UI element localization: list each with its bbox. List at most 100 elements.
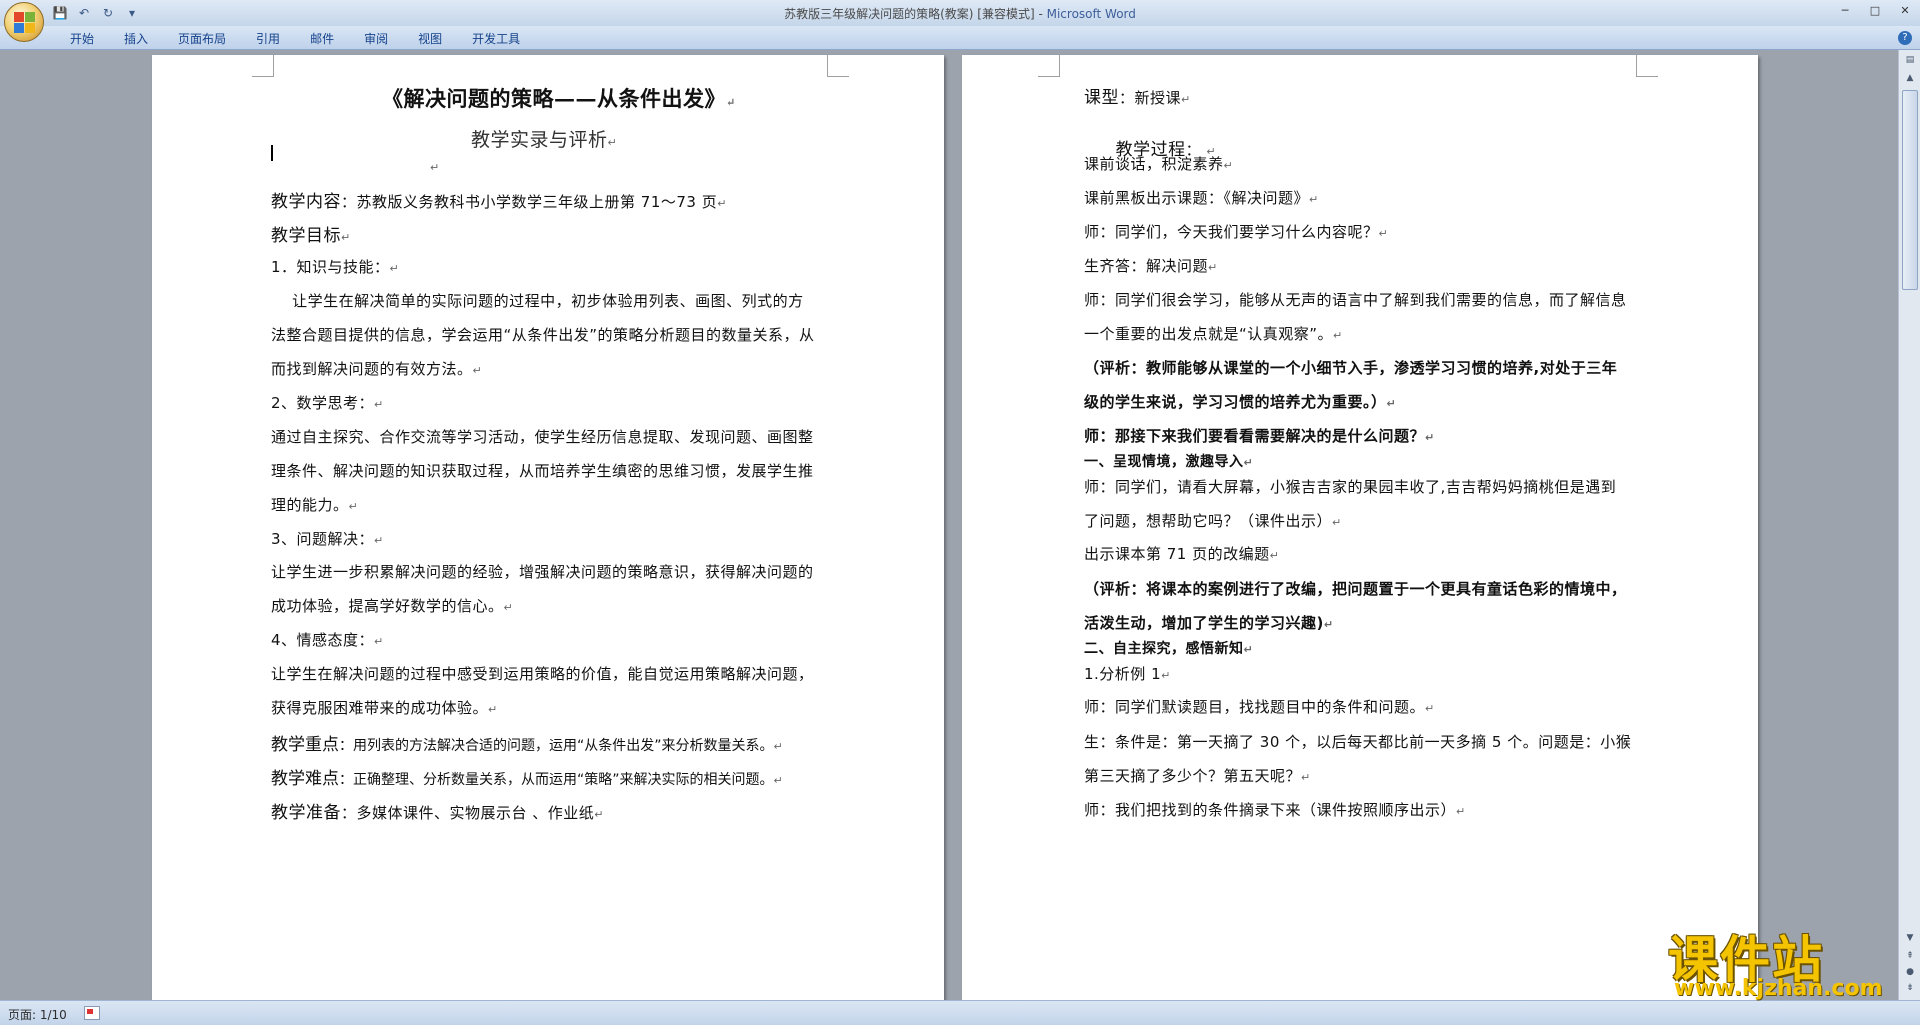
commentary-line: 活泼生动，增加了学生的学习兴趣)↵ [1084,612,1334,633]
paragraph-mark-icon: ↵ [1269,549,1280,562]
line-text: 获得克服困难带来的成功体验。 [271,699,489,717]
text-line: 师：同学们，今天我们要学习什么内容呢？↵ [1084,221,1388,242]
text-line: 师：那接下来我们要看看需要解决的是什么问题？↵ [1084,425,1435,446]
paragraph-mark-icon: ↵ [341,231,351,244]
paragraph-mark-icon: ↵ [594,808,604,821]
paragraph-mark-icon: ↵ [1181,93,1191,106]
margin-mark-top-left [1038,55,1060,77]
text-line: 课前黑板出示课题：《解决问题》↵ [1084,187,1319,208]
text-line: 成功体验，提高学好数学的信心。↵ [271,595,513,616]
paragraph-mark-icon: ↵ [773,774,783,787]
line-text: 4、情感态度： [271,631,375,649]
paragraph-mark-icon: ↵ [1386,397,1397,410]
tab-references[interactable]: 引用 [241,30,295,48]
minimize-button[interactable]: ─ [1830,0,1860,20]
line-text: 一、呈现情境，激趣导入 [1084,454,1244,470]
line-text: 师：同学们默读题目，找找题目中的条件和问题。 [1084,698,1426,716]
paragraph-mark-icon: ↵ [1323,618,1334,631]
commentary-line: （评析：将课本的案例进行了改编，把问题置于一个更具有童话色彩的情境中， [1084,578,1627,599]
teaching-preparation: 教学准备：多媒体课件、实物展示台 、作业纸↵ [271,798,604,823]
ruler-toggle-icon[interactable]: ▤ [1902,52,1918,68]
paragraph-mark-icon: ↵ [1223,159,1234,172]
line-text: ：用列表的方法解决合适的问题，运用“从条件出发”来分析数量关系。 [339,738,774,754]
line-text: 教学实录与评析 [471,129,608,151]
section-heading: 一、呈现情境，激趣导入↵ [1084,451,1253,471]
line-text: 成功体验，提高学好数学的信心。 [271,597,504,615]
paragraph-mark-icon: ↵ [374,534,384,547]
page-count-status[interactable]: 页面: 1/10 [8,1006,67,1023]
text-line: 通过自主探究、合作交流等学习活动，使学生经历信息提取、发现问题、画图整 [271,426,814,447]
paragraph-mark-icon: ↵ [1243,456,1254,469]
paragraph-mark-icon: ↵ [1243,643,1254,656]
line-text: 师：那接下来我们要看看需要解决的是什么问题？ [1084,427,1426,445]
paragraph-mark-icon: ↵ [1425,702,1435,715]
line-text: 一个重要的出发点就是“认真观察”。 [1084,325,1334,343]
text-line: 一个重要的出发点就是“认真观察”。↵ [1084,323,1343,344]
line-text: 第三天摘了多少个？第五天呢？ [1084,767,1302,785]
tab-developer[interactable]: 开发工具 [457,30,535,48]
line-text: 通过自主探究、合作交流等学习活动，使学生经历信息提取、发现问题、画图整 [271,428,814,446]
paragraph-mark-icon: ↵ [726,96,736,109]
document-title: 《解决问题的策略——从条件出发》↵ [382,83,736,113]
window-controls: ─ □ ✕ [1830,0,1920,22]
paragraph-mark-icon: ↵ [374,635,384,648]
tab-home[interactable]: 开始 [55,30,109,48]
text-line: 让学生在解决简单的实际问题的过程中，初步体验用列表、画图、列式的方 [271,290,804,311]
document-area: 《解决问题的策略——从条件出发》↵ 教学实录与评析↵ ↵ 教学内容：苏教版义务教… [0,50,1898,1000]
text-line: 理条件、解决问题的知识获取过程，从而培养学生缜密的思维习惯，发展学生推 [271,460,814,481]
text-line: 获得克服困难带来的成功体验。↵ [271,697,498,718]
text-line: 让学生进一步积累解决问题的经验，增强解决问题的策略意识，获得解决问题的 [271,561,814,582]
margin-mark-top-left [252,55,274,77]
window-title: 苏教版三年级解决问题的策略(教案) [兼容模式] - Microsoft Wor… [0,5,1920,22]
office-button[interactable] [4,2,44,42]
line-text: ：新授课 [1119,89,1182,107]
line-text: ：多媒体课件、实物展示台 、作业纸 [341,804,595,822]
document-page-2[interactable]: 课型：新授课↵ 教学过程： ↵ 课前谈话，积淀素养↵ 课前黑板出示课题：《解决问… [962,55,1758,1000]
line-text: 2、数学思考： [271,394,375,412]
line-text: 了问题，想帮助它吗？（课件出示） [1084,512,1333,530]
line-text: 生：条件是：第一天摘了 30 个，以后每天都比前一天多摘 5 个。问题是：小猴 [1084,733,1632,751]
line-text: 课前黑板出示课题：《解决问题》 [1084,189,1310,207]
line-text: （评析：将课本的案例进行了改编，把问题置于一个更具有童话色彩的情境中， [1084,580,1627,598]
text-line: 1.分析例 1↵ [1084,663,1171,684]
text-line: 1．知识与技能：↵ [271,256,399,277]
scroll-up-icon[interactable]: ▲ [1902,70,1918,86]
vertical-scrollbar[interactable]: ▤ ▲ ▼ ⇞ ● ⇟ [1898,50,1920,1000]
line-text: ：正确整理、分析数量关系，从而运用“策略”来解决实际的相关问题。 [339,772,774,788]
text-line: 师：同学们默读题目，找找题目中的条件和问题。↵ [1084,696,1435,717]
title-bar: 💾 ↶ ↻ ▾ 苏教版三年级解决问题的策略(教案) [兼容模式] - Micro… [0,0,1920,26]
paragraph-mark-icon: ↵ [607,136,618,149]
text-line: 让学生在解决问题的过程中感受到运用策略的价值，能自觉运用策略解决问题， [271,663,814,684]
watermark-url: www.kjzhan.com [1674,976,1883,1001]
line-text: ：苏教版义务教科书小学数学三年级上册第 71～73 页 [341,193,718,211]
tab-view[interactable]: 视图 [403,30,457,48]
text-cursor [271,145,273,161]
line-label: 教学重点 [271,735,339,755]
tab-review[interactable]: 审阅 [349,30,403,48]
margin-mark-top-right [1636,55,1658,77]
help-icon[interactable]: ? [1898,31,1912,45]
section-heading: 二、自主探究，感悟新知↵ [1084,638,1253,658]
status-bar: 页面: 1/10 [0,1000,1920,1025]
text-line: 理的能力。↵ [271,494,358,515]
document-page-1[interactable]: 《解决问题的策略——从条件出发》↵ 教学实录与评析↵ ↵ 教学内容：苏教版义务教… [152,55,944,1000]
close-button[interactable]: ✕ [1890,0,1920,20]
tab-page-layout[interactable]: 页面布局 [163,30,241,48]
proofing-status-icon[interactable] [84,1006,100,1020]
text-line: 师：同学们，请看大屏幕，小猴吉吉家的果园丰收了,吉吉帮妈妈摘桃但是遇到 [1084,476,1616,497]
maximize-button[interactable]: □ [1860,0,1890,20]
line-text: 师：同学们，今天我们要学习什么内容呢？ [1084,223,1379,241]
line-label: 教学难点 [271,769,339,789]
office-logo-icon [14,12,36,34]
line-label: 教学内容 [271,192,341,212]
tab-insert[interactable]: 插入 [109,30,163,48]
scrollbar-thumb[interactable] [1902,90,1918,290]
tab-mailings[interactable]: 邮件 [295,30,349,48]
line-text: 1.分析例 1 [1084,665,1162,683]
paragraph-mark-icon: ↵ [430,161,440,174]
ribbon-tabs: 开始 插入 页面布局 引用 邮件 审阅 视图 开发工具 [55,30,535,48]
ribbon: 开始 插入 页面布局 引用 邮件 审阅 视图 开发工具 ? [0,26,1920,50]
text-line: 课前谈话，积淀素养↵ [1084,153,1233,174]
watermark-logo: 课件站 www.kjzhan.com [1668,920,1906,1001]
paragraph-mark-icon: ↵ [773,740,783,753]
